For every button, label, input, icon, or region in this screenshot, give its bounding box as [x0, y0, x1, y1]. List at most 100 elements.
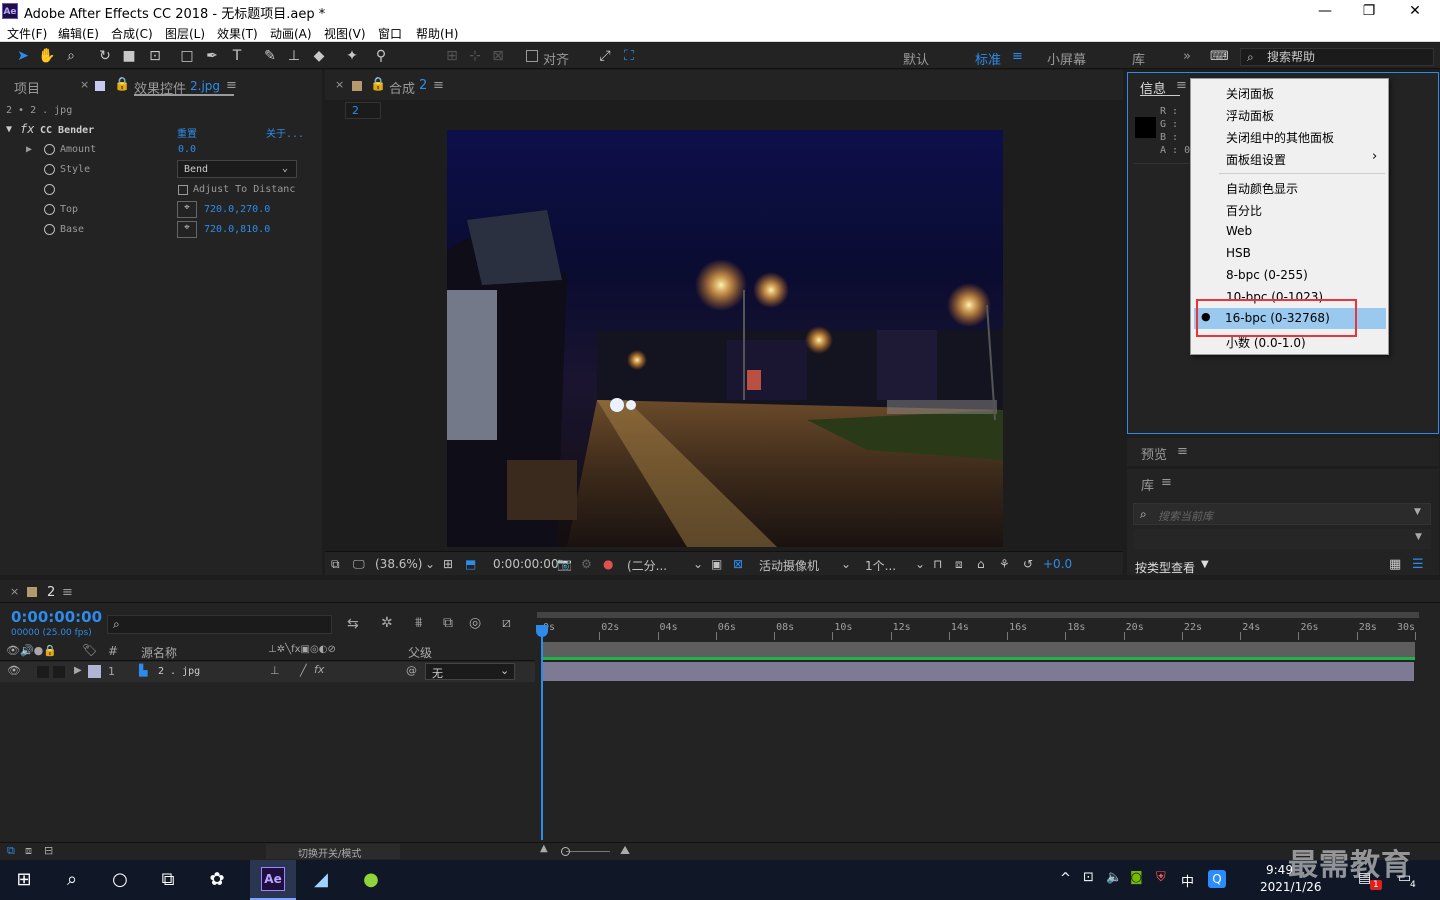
- pick-whip-icon[interactable]: @: [406, 664, 417, 677]
- work-area-track[interactable]: [541, 642, 1415, 658]
- lock-icon[interactable]: 🔒: [114, 77, 130, 92]
- library-search-input[interactable]: ⌕ 搜索当前库 ▼: [1133, 503, 1431, 525]
- app-pinwheel-icon[interactable]: ✿: [203, 866, 231, 894]
- mask-visibility-icon[interactable]: ⬒: [465, 557, 476, 571]
- tab-timeline-comp[interactable]: 2: [47, 585, 55, 600]
- timeline-icon[interactable]: ⌂: [977, 557, 985, 571]
- draft-3d-icon[interactable]: ✲: [381, 615, 393, 631]
- network-icon[interactable]: ⊡: [1083, 870, 1094, 885]
- snap-option-icon[interactable]: ⤢: [596, 47, 614, 65]
- clone-stamp-tool-icon[interactable]: ⊥: [285, 47, 303, 65]
- show-snapshot-icon[interactable]: ⚙: [581, 557, 592, 571]
- expand-layer-icon[interactable]: ▶: [74, 665, 82, 676]
- grid-view-icon[interactable]: ▦: [1389, 557, 1401, 572]
- shy-layers-icon[interactable]: ⩩: [415, 615, 422, 631]
- comp-mini-flowchart-icon[interactable]: ⇆: [347, 616, 359, 632]
- comp-breadcrumb[interactable]: 2: [345, 102, 381, 119]
- camera-tool-icon[interactable]: ■: [120, 47, 138, 65]
- close-tab-icon[interactable]: ×: [335, 78, 344, 91]
- fast-previews-icon[interactable]: ⧈: [955, 557, 963, 572]
- cortana-icon[interactable]: ○: [106, 866, 134, 894]
- stopwatch-icon[interactable]: [44, 164, 55, 175]
- app-glass-icon[interactable]: ◢: [307, 866, 335, 894]
- time-ruler[interactable]: 0s 02s 04s 06s 08s 10s 12s 14s 16s 18s 20s 22s 24s 26…: [537, 620, 1419, 640]
- resolution-dropdown[interactable]: (二分...: [627, 557, 667, 574]
- reset-link[interactable]: 重置: [177, 125, 197, 140]
- comp-viewer-image[interactable]: [447, 130, 1003, 547]
- menu-item-8bpc[interactable]: 8-bpc (0-255): [1226, 268, 1308, 282]
- color-channel-icon[interactable]: ●: [603, 557, 613, 571]
- ime-indicator[interactable]: 中: [1181, 871, 1194, 890]
- minimize-icon[interactable]: —: [1310, 2, 1340, 20]
- zoom-tool-icon[interactable]: ⌕: [62, 47, 80, 65]
- chevron-down-icon[interactable]: ⌄: [841, 557, 851, 571]
- qq-icon[interactable]: Q: [1208, 870, 1226, 888]
- rotate-tool-icon[interactable]: ↻: [96, 47, 114, 65]
- menu-file[interactable]: 文件(F): [7, 25, 47, 42]
- menu-item-close-panel[interactable]: 关闭面板: [1226, 85, 1274, 102]
- zoom-out-icon[interactable]: ▲: [540, 843, 548, 854]
- menu-item-percent[interactable]: 百分比: [1226, 202, 1262, 219]
- layer-label-color[interactable]: [88, 665, 101, 678]
- volume-icon[interactable]: 🔈: [1106, 870, 1122, 885]
- world-axis-icon[interactable]: ⊹: [466, 47, 484, 65]
- frame-blending-icon[interactable]: ⧉: [443, 615, 453, 631]
- menu-layer[interactable]: 图层(L): [165, 25, 205, 42]
- audio-toggle[interactable]: [37, 666, 49, 678]
- toggle-pixel-aspect-icon[interactable]: ⊓: [933, 557, 942, 571]
- close-icon[interactable]: ✕: [1400, 2, 1430, 20]
- chevron-down-icon[interactable]: ⌄: [915, 557, 925, 571]
- windows-start-icon[interactable]: ⊞: [10, 866, 38, 894]
- menu-item-undock-panel[interactable]: 浮动面板: [1226, 107, 1274, 124]
- tab-effect-file[interactable]: 2.jpg: [190, 79, 220, 93]
- security-icon[interactable]: ⛨: [1156, 870, 1166, 885]
- search-help-input[interactable]: ⌕ 搜索帮助: [1240, 48, 1434, 66]
- chevron-down-icon[interactable]: ⌄: [425, 557, 435, 571]
- menu-item-hsb[interactable]: HSB: [1226, 246, 1251, 260]
- close-tab-icon[interactable]: ×: [80, 78, 89, 91]
- search-icon[interactable]: ⌕: [58, 866, 86, 894]
- stopwatch-icon[interactable]: [44, 184, 55, 195]
- workspace-menu-icon[interactable]: ≡: [1012, 49, 1023, 64]
- layer-search-input[interactable]: ⌕: [107, 615, 332, 634]
- text-tool-icon[interactable]: T: [228, 47, 246, 65]
- panel-menu-icon[interactable]: ≡: [433, 78, 444, 93]
- close-tab-icon[interactable]: ×: [10, 585, 19, 598]
- motion-blur-icon[interactable]: ◎: [469, 615, 481, 631]
- graph-editor-icon[interactable]: ⧄: [502, 615, 511, 631]
- stopwatch-icon[interactable]: [44, 224, 55, 235]
- library-dropdown[interactable]: ▼: [1133, 529, 1431, 549]
- menu-item-web[interactable]: Web: [1226, 224, 1252, 238]
- view-axis-icon[interactable]: ⊠: [489, 47, 507, 65]
- more-workspaces-icon[interactable]: »: [1183, 49, 1191, 64]
- toggle-switches-modes-button[interactable]: 切换开关/模式: [266, 844, 400, 860]
- brush-tool-icon[interactable]: ✎: [261, 47, 279, 65]
- panel-menu-icon[interactable]: ≡: [1161, 475, 1172, 490]
- sync-settings-icon[interactable]: ⌨: [1210, 49, 1229, 64]
- fx-switch-icon[interactable]: fx: [314, 663, 324, 676]
- hand-tool-icon[interactable]: ✋: [38, 47, 56, 65]
- exposure-value[interactable]: +0.0: [1043, 557, 1072, 571]
- work-area-bar[interactable]: [537, 612, 1419, 618]
- timeline-timecode[interactable]: 0:00:00:00: [11, 608, 102, 626]
- parent-dropdown[interactable]: 无 ⌄: [425, 663, 515, 680]
- collapse-switch-icon[interactable]: ⊥: [270, 664, 280, 677]
- expand-effect-icon[interactable]: ▼: [6, 124, 12, 135]
- zoom-slider-thumb[interactable]: [561, 847, 570, 856]
- menu-item-auto-color[interactable]: 自动颜色显示: [1226, 180, 1298, 197]
- current-time[interactable]: 0:00:00:00: [493, 557, 559, 571]
- menu-edit[interactable]: 编辑(E): [58, 25, 99, 42]
- nvidia-icon[interactable]: ◙: [1130, 870, 1143, 885]
- zoom-slider[interactable]: [566, 851, 610, 852]
- crosshair-icon[interactable]: ⌖: [177, 221, 197, 238]
- selection-tool-icon[interactable]: ➤: [14, 47, 32, 65]
- pan-behind-tool-icon[interactable]: ⊡: [146, 47, 164, 65]
- crosshair-icon[interactable]: ⌖: [177, 201, 197, 218]
- layer-duration-bar[interactable]: [541, 662, 1414, 681]
- snap-checkbox[interactable]: [526, 50, 538, 62]
- tab-project[interactable]: 项目: [14, 78, 40, 97]
- fx-icon[interactable]: fx: [20, 122, 34, 136]
- tab-library[interactable]: 库: [1141, 475, 1154, 494]
- restore-icon[interactable]: ❐: [1354, 2, 1384, 20]
- tab-composition[interactable]: 合成: [389, 78, 415, 97]
